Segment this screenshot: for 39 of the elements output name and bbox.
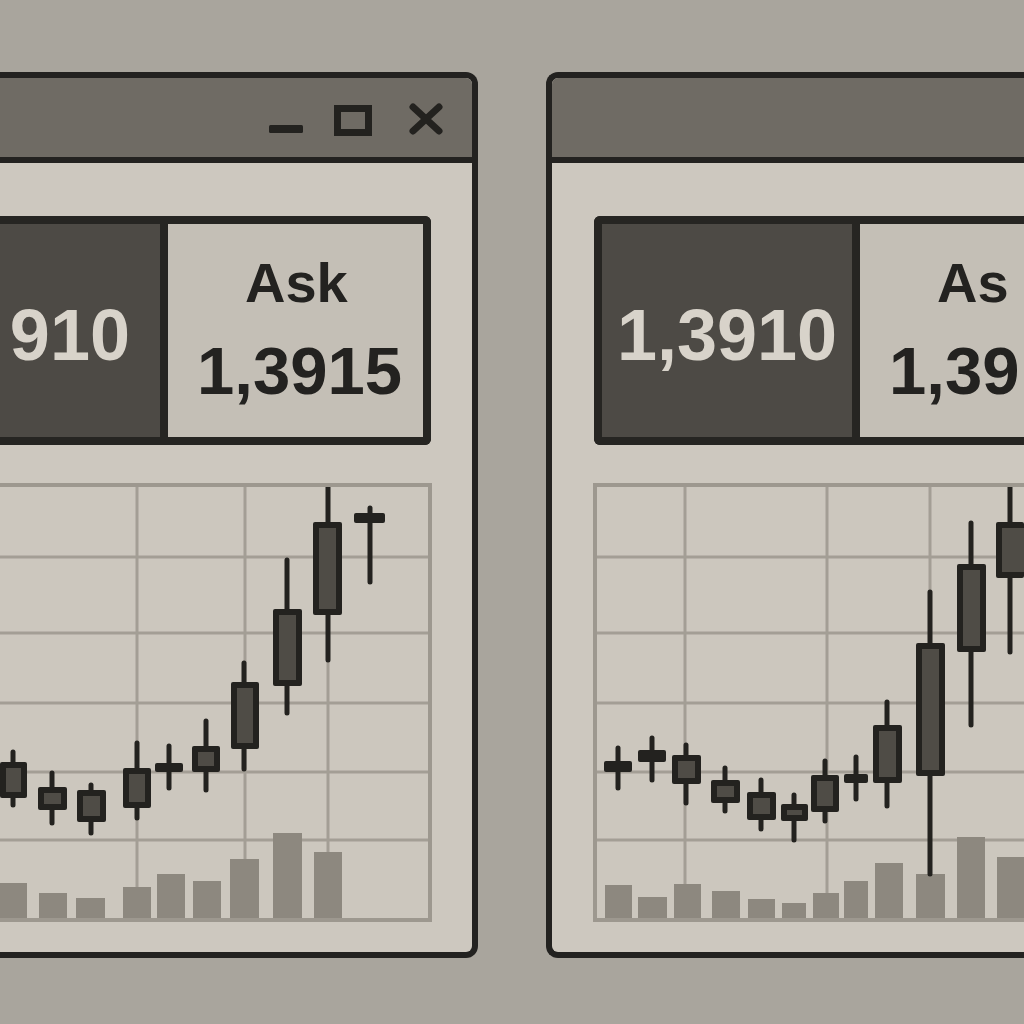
volume-bar	[997, 857, 1024, 918]
volume-bar	[916, 874, 945, 918]
candlestick	[38, 770, 67, 826]
candlestick	[604, 745, 632, 791]
volume-bar	[748, 899, 775, 918]
volume-bar	[39, 893, 67, 918]
candlestick	[0, 749, 27, 808]
candlestick	[672, 742, 701, 806]
volume-bar	[230, 859, 259, 918]
candlestick	[747, 777, 776, 832]
bid-price: 910	[9, 298, 130, 371]
volume-bar	[875, 863, 903, 918]
volume-bar	[193, 881, 221, 918]
candlestick	[844, 754, 868, 802]
candlestick	[781, 792, 808, 843]
close-icon[interactable]	[409, 103, 443, 135]
candlestick	[77, 782, 106, 836]
volume-bar	[157, 874, 185, 918]
volume-bar	[813, 893, 839, 918]
ask-label: As	[937, 255, 1009, 311]
ask-label: Ask	[245, 255, 348, 311]
volume-bar	[0, 883, 27, 918]
volume-bar	[605, 885, 632, 918]
candlestick	[155, 743, 183, 791]
bid-price: 1,3910	[616, 298, 838, 371]
candlestick	[638, 735, 666, 783]
volume-bar	[782, 903, 806, 918]
candlestick	[711, 765, 740, 814]
volume-bar	[123, 887, 151, 918]
candlestick	[811, 758, 839, 824]
volume-bar	[844, 881, 868, 918]
volume-bar	[638, 897, 667, 918]
volume-bar	[712, 891, 740, 918]
maximize-icon[interactable]	[334, 105, 372, 136]
volume-bar	[76, 898, 105, 918]
ask-price: 1,3915	[197, 337, 402, 404]
ask-price: 1,39	[889, 337, 1020, 404]
volume-bar	[674, 884, 701, 918]
volume-bar	[314, 852, 342, 918]
